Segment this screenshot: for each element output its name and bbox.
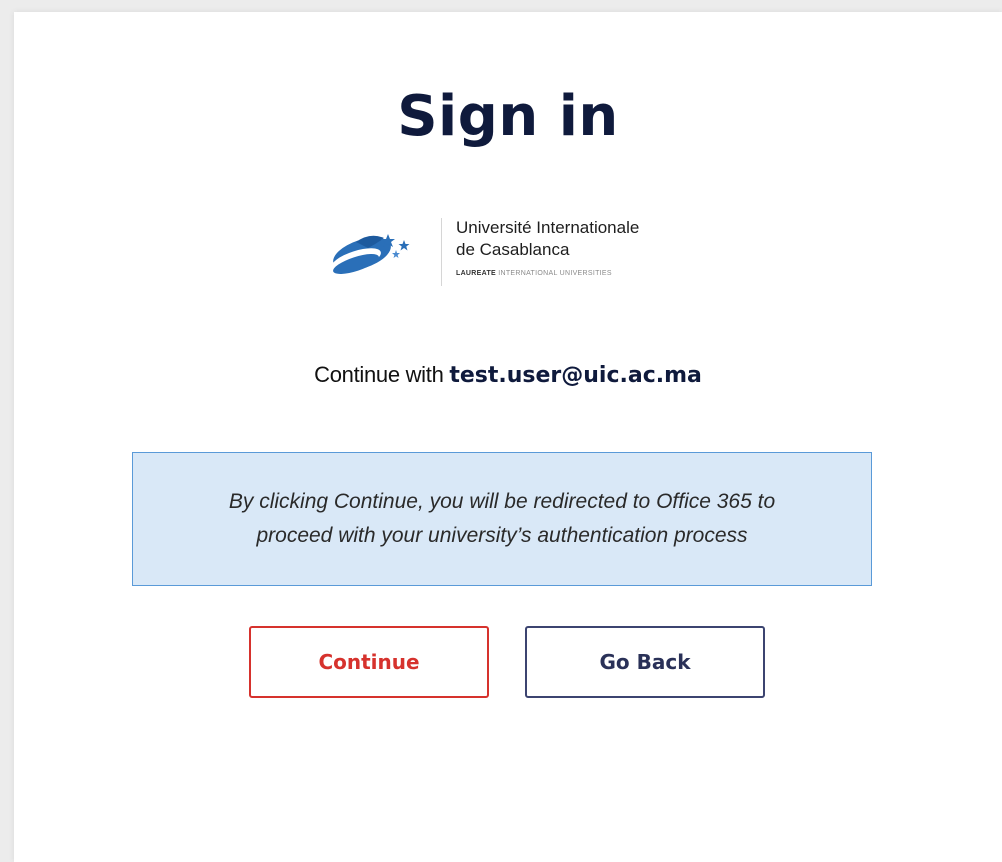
continue-with-label: Continue with: [314, 362, 444, 387]
logo-tagline-rest: INTERNATIONAL UNIVERSITIES: [498, 270, 612, 277]
notice-line2: proceed with your university’s authentic…: [256, 524, 748, 547]
continue-with-account: Continue with test.user@uic.ac.ma: [14, 362, 1002, 388]
logo-name-line2: de Casablanca: [456, 240, 570, 259]
account-email: test.user@uic.ac.ma: [449, 363, 702, 388]
page-title: Sign in: [397, 84, 619, 149]
notice-line1: By clicking Continue, you will be redire…: [228, 490, 776, 513]
logo-name-line1: Université Internationale: [456, 218, 640, 237]
continue-button[interactable]: Continue: [249, 626, 489, 698]
logo-tagline-bold: LAUREATE: [456, 270, 496, 277]
go-back-button[interactable]: Go Back: [525, 626, 765, 698]
university-logo: Université Internationale de Casablanca …: [326, 212, 666, 292]
globe-stars-logo-icon: [331, 234, 410, 274]
sign-in-card: Sign in Université Internationale de Cas…: [14, 12, 1002, 862]
logo-tagline: LAUREATE INTERNATIONAL UNIVERSITIES: [456, 270, 612, 277]
redirect-notice-text: By clicking Continue, you will be redire…: [229, 485, 775, 553]
redirect-notice: By clicking Continue, you will be redire…: [132, 452, 872, 586]
logo-divider: [441, 218, 442, 286]
